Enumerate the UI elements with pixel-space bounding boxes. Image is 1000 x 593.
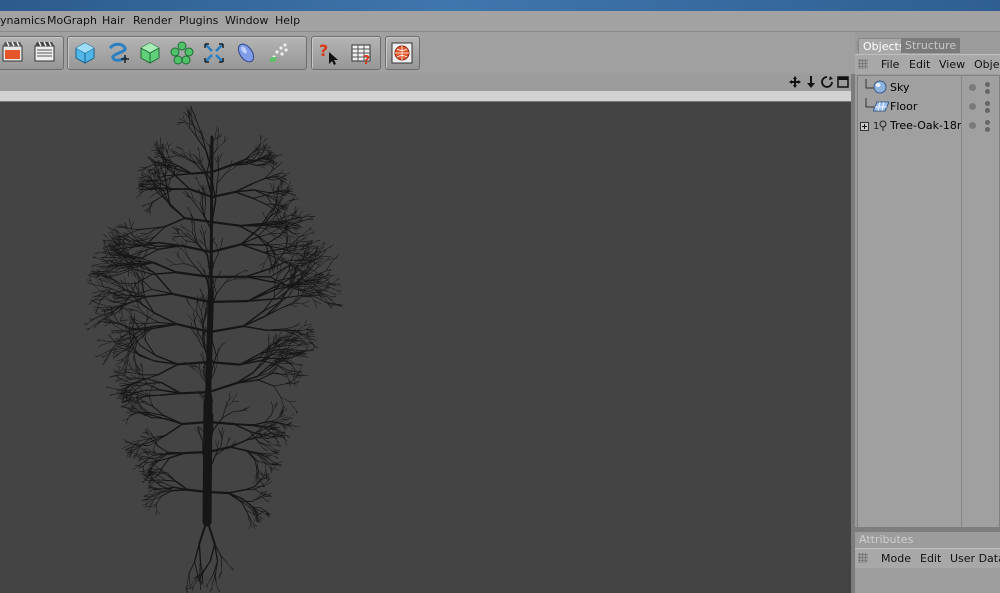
menu-hair[interactable]: Hair xyxy=(102,14,125,27)
attributes-menu-mode[interactable]: Mode xyxy=(881,552,911,565)
nurbs-generator-icon[interactable] xyxy=(136,39,164,67)
window-title-bar xyxy=(0,0,1000,11)
svg-text:1: 1 xyxy=(873,121,879,132)
objects-menu-file[interactable]: File xyxy=(881,58,899,71)
svg-text:?: ? xyxy=(319,41,328,60)
maximize-view-icon[interactable] xyxy=(836,74,850,89)
render-dot-icon[interactable] xyxy=(985,108,990,113)
viewport-title-strip xyxy=(0,91,851,102)
zoom-view-icon[interactable] xyxy=(804,74,818,89)
objects-menu-edit[interactable]: Edit xyxy=(909,58,930,71)
object-row-floor[interactable]: Floor xyxy=(858,98,962,116)
object-name: Floor xyxy=(890,100,918,113)
menu-render[interactable]: Render xyxy=(133,14,172,27)
objects-menu-bar: File Edit View Objec xyxy=(855,54,1000,74)
menu-window[interactable]: Window xyxy=(225,14,268,27)
menu-plugins[interactable]: Plugins xyxy=(179,14,218,27)
visibility-dot-icon[interactable] xyxy=(969,122,976,129)
tree-oak-render xyxy=(83,105,344,593)
command-toolbar: ? ? xyxy=(0,32,855,74)
menu-grip-icon[interactable] xyxy=(858,59,868,69)
objects-toolbar-group xyxy=(67,36,307,70)
help-toolbar-group: ? ? xyxy=(311,36,381,70)
render-dot-icon[interactable] xyxy=(985,120,990,125)
object-flags-column xyxy=(961,75,1000,528)
array-modifier-icon[interactable] xyxy=(168,39,196,67)
move-view-icon[interactable] xyxy=(788,74,802,89)
environment-icon[interactable] xyxy=(232,39,260,67)
particle-icon[interactable] xyxy=(264,39,292,67)
object-list: Sky Floor 1 Tree-Oak-18m xyxy=(857,75,968,528)
render-dot-icon[interactable] xyxy=(985,89,990,94)
deformer-icon[interactable] xyxy=(200,39,228,67)
attributes-header: Attributes xyxy=(855,532,1000,548)
objects-manager-panel: Objects Structure File Edit View Objec S… xyxy=(855,32,1000,593)
object-row-sky[interactable]: Sky xyxy=(858,79,962,97)
table-help-icon[interactable]: ? xyxy=(348,39,376,67)
tab-structure[interactable]: Structure xyxy=(901,38,961,53)
attributes-menu-edit[interactable]: Edit xyxy=(920,552,941,565)
objects-menu-objects[interactable]: Objec xyxy=(974,58,1000,71)
sky-icon xyxy=(873,80,887,97)
visibility-dot-icon[interactable] xyxy=(969,84,976,91)
render-dot-icon[interactable] xyxy=(985,127,990,132)
viewport-header xyxy=(0,74,851,91)
globe-icon[interactable] xyxy=(388,39,416,67)
object-row-tree-oak[interactable]: 1 Tree-Oak-18m xyxy=(858,117,968,135)
object-name: Sky xyxy=(890,81,910,94)
attributes-menu-bar: Mode Edit User Data xyxy=(855,548,1000,568)
attributes-title[interactable]: Attributes xyxy=(859,533,913,546)
attributes-menu-user-data[interactable]: User Data xyxy=(950,552,1000,565)
spline-pen-icon[interactable] xyxy=(104,39,132,67)
object-name: Tree-Oak-18m xyxy=(890,119,968,132)
render-settings-icon[interactable] xyxy=(31,39,59,67)
visibility-dot-icon[interactable] xyxy=(969,103,976,110)
expand-plus-icon[interactable] xyxy=(860,121,869,134)
render-dot-icon[interactable] xyxy=(985,101,990,106)
cube-primitive-icon[interactable] xyxy=(71,39,99,67)
rotate-view-icon[interactable] xyxy=(820,74,834,89)
3d-viewport[interactable] xyxy=(0,102,851,593)
render-dot-icon[interactable] xyxy=(985,82,990,87)
svg-text:?: ? xyxy=(363,53,370,66)
attributes-body xyxy=(855,568,1000,593)
render-view-icon[interactable] xyxy=(0,39,27,67)
menu-dynamics[interactable]: ynamics xyxy=(0,14,46,27)
null-object-icon: 1 xyxy=(873,118,887,135)
menu-grip-icon[interactable] xyxy=(858,553,868,563)
main-menu-bar: ynamics MoGraph Hair Render Plugins Wind… xyxy=(0,11,1000,32)
menu-mograph[interactable]: MoGraph xyxy=(47,14,97,27)
web-toolbar-group xyxy=(385,36,420,70)
render-toolbar-group xyxy=(0,36,64,70)
help-cursor-icon[interactable]: ? xyxy=(315,39,343,67)
menu-help[interactable]: Help xyxy=(275,14,300,27)
floor-icon xyxy=(872,100,890,115)
objects-menu-view[interactable]: View xyxy=(939,58,965,71)
